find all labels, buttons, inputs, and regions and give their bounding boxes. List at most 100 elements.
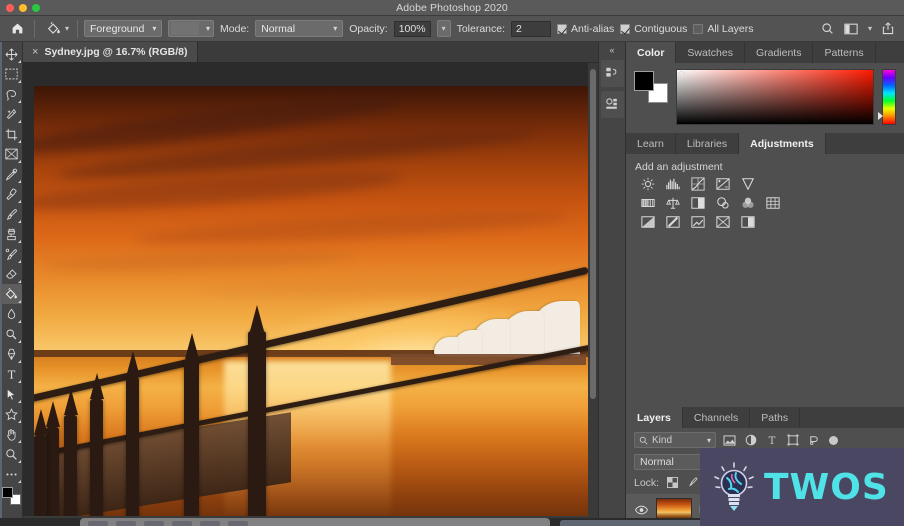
frame-tool[interactable] [1, 144, 22, 164]
pen-tool[interactable] [1, 344, 22, 364]
all-layers-checkbox[interactable]: All Layers [693, 23, 753, 35]
properties-panel-icon[interactable] [600, 91, 624, 118]
move-tool[interactable] [1, 44, 22, 64]
layer-visibility-icon[interactable] [634, 505, 649, 515]
shape-tool[interactable] [1, 404, 22, 424]
collapse-panels-icon[interactable]: « [599, 44, 625, 56]
maximize-window-button[interactable] [32, 4, 40, 12]
dock-icon[interactable] [228, 521, 248, 526]
path-selection-tool[interactable] [1, 384, 22, 404]
foreground-background-color[interactable] [1, 487, 21, 505]
selective-color-icon[interactable] [740, 215, 756, 229]
tab-layers[interactable]: Layers [626, 407, 683, 428]
scrollbar-thumb[interactable] [590, 69, 596, 399]
hue-slider[interactable] [878, 69, 896, 125]
history-brush-tool[interactable] [1, 244, 22, 264]
eraser-tool[interactable] [1, 264, 22, 284]
hand-tool[interactable] [1, 424, 22, 444]
black-white-icon[interactable] [690, 196, 706, 210]
history-panel-icon[interactable] [600, 60, 624, 87]
type-tool[interactable]: T [1, 364, 22, 384]
color-field[interactable] [676, 69, 874, 125]
tab-gradients[interactable]: Gradients [745, 42, 814, 63]
search-icon[interactable] [821, 22, 834, 35]
canvas-viewport[interactable] [23, 63, 598, 526]
color-field-marker[interactable] [678, 71, 685, 78]
shape-filter-icon[interactable] [785, 433, 800, 448]
hue-saturation-icon[interactable] [640, 196, 656, 210]
blend-mode-select[interactable]: Normal ▾ [255, 20, 344, 37]
color-lookup-icon[interactable] [765, 196, 781, 210]
color-balance-icon[interactable] [665, 196, 681, 210]
dock-icon[interactable] [88, 521, 108, 526]
gradient-tool[interactable] [0, 284, 22, 304]
paint-bucket-icon[interactable] [43, 20, 63, 38]
canvas-vertical-scrollbar[interactable] [588, 63, 598, 526]
invert-icon[interactable] [640, 215, 656, 229]
document-tab[interactable]: × Sydney.jpg @ 16.7% (RGB/8) [23, 42, 198, 62]
dock-icon[interactable] [200, 521, 220, 526]
os-dock-icons[interactable] [80, 518, 550, 526]
healing-brush-tool[interactable] [1, 184, 22, 204]
zoom-tool[interactable] [1, 444, 22, 464]
tab-channels[interactable]: Channels [683, 407, 751, 428]
dodge-tool[interactable] [1, 324, 22, 344]
tool-preset-chevron-icon[interactable]: ▾ [65, 24, 69, 33]
tab-paths[interactable]: Paths [750, 407, 801, 428]
minimize-window-button[interactable] [19, 4, 27, 12]
type-filter-icon[interactable]: T [764, 433, 779, 448]
photo-filter-icon[interactable] [715, 196, 731, 210]
fill-source-select[interactable]: Foreground ▾ [84, 20, 163, 37]
workspace-icon[interactable] [844, 23, 858, 35]
brush-tool[interactable] [1, 204, 22, 224]
active-tool-preset[interactable]: ▾ [41, 20, 71, 38]
tab-learn[interactable]: Learn [626, 133, 676, 154]
tab-adjustments[interactable]: Adjustments [739, 133, 826, 154]
threshold-icon[interactable] [690, 215, 706, 229]
share-icon[interactable] [882, 22, 894, 35]
blur-tool[interactable] [1, 304, 22, 324]
tab-swatches[interactable]: Swatches [676, 42, 745, 63]
marquee-tool[interactable] [1, 64, 22, 84]
window-controls[interactable] [6, 4, 40, 12]
contiguous-checkbox[interactable]: Contiguous [620, 23, 687, 35]
clone-stamp-tool[interactable] [1, 224, 22, 244]
dock-icon[interactable] [172, 521, 192, 526]
eyedropper-tool[interactable] [1, 164, 22, 184]
color-swatches[interactable] [634, 71, 668, 103]
adjustment-filter-icon[interactable] [743, 433, 758, 448]
brightness-contrast-icon[interactable] [640, 177, 656, 191]
dock-icon[interactable] [116, 521, 136, 526]
lock-image-icon[interactable] [686, 476, 699, 489]
tab-color[interactable]: Color [626, 42, 677, 63]
home-icon[interactable] [6, 19, 28, 39]
smart-object-filter-icon[interactable] [806, 433, 821, 448]
curves-icon[interactable] [690, 177, 706, 191]
anti-alias-checkbox[interactable]: Anti-alias [557, 23, 614, 35]
channel-mixer-icon[interactable] [740, 196, 756, 210]
posterize-icon[interactable] [665, 215, 681, 229]
vibrance-icon[interactable] [740, 177, 756, 191]
close-icon[interactable]: × [32, 46, 38, 58]
opacity-input[interactable]: 100% [393, 20, 431, 37]
tolerance-input[interactable]: 2 [511, 20, 552, 37]
levels-icon[interactable] [665, 177, 681, 191]
image-canvas[interactable] [34, 86, 592, 523]
pattern-swatch-select[interactable]: ▾ [168, 20, 215, 37]
hue-slider-marker[interactable] [878, 112, 883, 120]
crop-tool[interactable] [1, 124, 22, 144]
dock-icon[interactable] [144, 521, 164, 526]
lock-transparent-icon[interactable] [666, 476, 679, 489]
foreground-color-swatch[interactable] [1, 487, 13, 498]
more-tools-icon[interactable] [1, 464, 22, 484]
pixel-filter-icon[interactable] [722, 433, 737, 448]
tab-patterns[interactable]: Patterns [813, 42, 876, 63]
gradient-map-icon[interactable] [715, 215, 731, 229]
opacity-stepper[interactable]: ▾ [436, 20, 451, 37]
filter-toggle-switch[interactable] [829, 435, 838, 445]
exposure-icon[interactable] [715, 177, 731, 191]
tab-libraries[interactable]: Libraries [676, 133, 740, 154]
magic-wand-tool[interactable] [1, 104, 22, 124]
chevron-down-icon[interactable]: ▾ [868, 24, 872, 33]
close-window-button[interactable] [6, 4, 14, 12]
